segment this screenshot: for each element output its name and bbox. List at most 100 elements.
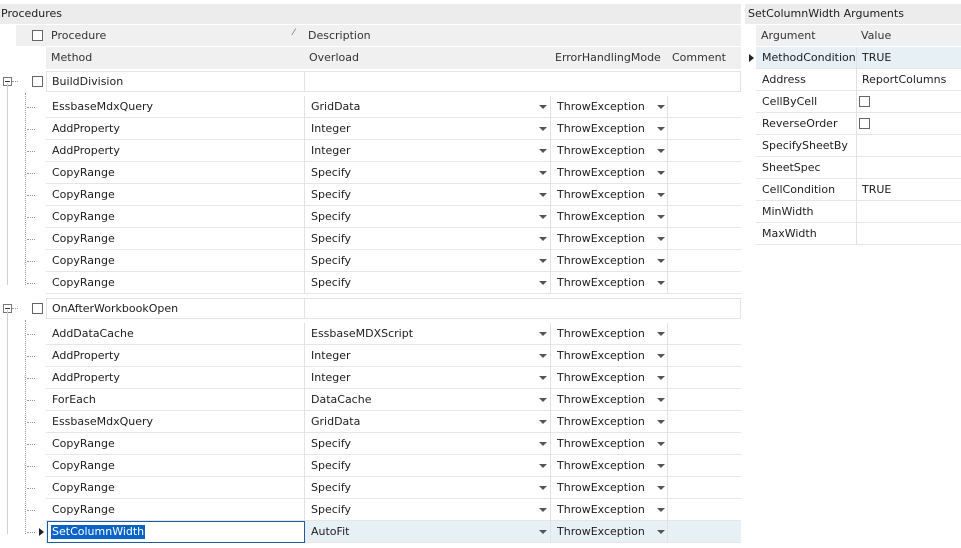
- error-mode-value[interactable]: ThrowException: [552, 499, 652, 520]
- overload-dropdown-icon[interactable]: [539, 354, 547, 358]
- error-mode-value[interactable]: ThrowException: [552, 272, 652, 293]
- error-mode-value[interactable]: ThrowException: [552, 323, 652, 344]
- argument-row[interactable]: ReverseOrder: [745, 113, 961, 135]
- error-mode-dropdown-icon[interactable]: [657, 420, 665, 424]
- comment-cell[interactable]: [668, 206, 741, 228]
- overload-dropdown-icon[interactable]: [539, 149, 547, 153]
- error-mode-value[interactable]: ThrowException: [552, 228, 652, 249]
- overload-value[interactable]: Specify: [306, 499, 531, 520]
- error-mode-dropdown-icon[interactable]: [657, 193, 665, 197]
- overload-value[interactable]: GridData: [306, 411, 531, 432]
- comment-cell[interactable]: [668, 521, 741, 543]
- procedure-description-cell[interactable]: [304, 71, 741, 92]
- error-mode-dropdown-icon[interactable]: [657, 486, 665, 490]
- error-mode-value[interactable]: ThrowException: [552, 162, 652, 183]
- table-row[interactable]: CopyRange Specify ThrowException: [0, 228, 741, 250]
- overload-value[interactable]: Specify: [306, 455, 531, 476]
- table-row[interactable]: SetColumnWidth AutoFit ThrowException: [0, 521, 741, 543]
- overload-value[interactable]: EssbaseMDXScript: [306, 323, 531, 344]
- overload-dropdown-icon[interactable]: [539, 237, 547, 241]
- select-all-checkbox[interactable]: [32, 30, 43, 41]
- overload-value[interactable]: Integer: [306, 345, 531, 366]
- overload-value[interactable]: Specify: [306, 433, 531, 454]
- procedure-column-header[interactable]: Procedure: [46, 25, 296, 46]
- error-mode-value[interactable]: ThrowException: [552, 411, 652, 432]
- overload-value[interactable]: Integer: [306, 140, 531, 161]
- procedure-checkbox[interactable]: [32, 303, 43, 314]
- overload-value[interactable]: Specify: [306, 206, 531, 227]
- overload-dropdown-icon[interactable]: [539, 193, 547, 197]
- method-name[interactable]: AddDataCache: [47, 323, 302, 344]
- overload-value[interactable]: Specify: [306, 162, 531, 183]
- comment-cell[interactable]: [668, 272, 741, 294]
- overload-dropdown-icon[interactable]: [539, 215, 547, 219]
- comment-cell[interactable]: [668, 499, 741, 521]
- error-mode-value[interactable]: ThrowException: [552, 118, 652, 139]
- error-mode-value[interactable]: ThrowException: [552, 477, 652, 498]
- overload-value[interactable]: GridData: [306, 96, 531, 117]
- comment-cell[interactable]: [668, 433, 741, 455]
- overload-dropdown-icon[interactable]: [539, 420, 547, 424]
- method-name[interactable]: AddProperty: [47, 367, 302, 388]
- method-name[interactable]: CopyRange: [47, 206, 302, 227]
- method-name[interactable]: CopyRange: [47, 433, 302, 454]
- method-name[interactable]: EssbaseMdxQuery: [47, 96, 302, 117]
- error-mode-value[interactable]: ThrowException: [552, 206, 652, 227]
- error-mode-dropdown-icon[interactable]: [657, 398, 665, 402]
- table-row[interactable]: CopyRange Specify ThrowException: [0, 499, 741, 521]
- error-mode-dropdown-icon[interactable]: [657, 171, 665, 175]
- table-row[interactable]: EssbaseMdxQuery GridData ThrowException: [0, 96, 741, 118]
- comment-cell[interactable]: [668, 367, 741, 389]
- argument-row[interactable]: SheetSpec: [745, 157, 961, 179]
- method-name[interactable]: CopyRange: [47, 250, 302, 271]
- comment-cell[interactable]: [668, 323, 741, 345]
- method-name[interactable]: CopyRange: [47, 455, 302, 476]
- method-name[interactable]: AddProperty: [47, 118, 302, 139]
- table-row[interactable]: CopyRange Specify ThrowException: [0, 162, 741, 184]
- comment-cell[interactable]: [668, 140, 741, 162]
- error-mode-dropdown-icon[interactable]: [657, 442, 665, 446]
- argument-value[interactable]: ReportColumns: [857, 69, 961, 90]
- error-mode-dropdown-icon[interactable]: [657, 376, 665, 380]
- method-name[interactable]: CopyRange: [47, 184, 302, 205]
- method-name[interactable]: CopyRange: [47, 228, 302, 249]
- error-mode-value[interactable]: ThrowException: [552, 96, 652, 117]
- overload-dropdown-icon[interactable]: [539, 332, 547, 336]
- comment-cell[interactable]: [668, 96, 741, 118]
- argument-checkbox[interactable]: [859, 118, 870, 129]
- method-name[interactable]: ForEach: [47, 389, 302, 410]
- table-row[interactable]: CopyRange Specify ThrowException: [0, 433, 741, 455]
- error-mode-dropdown-icon[interactable]: [657, 354, 665, 358]
- argument-row[interactable]: CellCondition TRUE: [745, 179, 961, 201]
- error-mode-dropdown-icon[interactable]: [657, 464, 665, 468]
- procedure-name[interactable]: BuildDivision: [47, 71, 302, 92]
- table-row[interactable]: AddProperty Integer ThrowException: [0, 345, 741, 367]
- error-mode-value[interactable]: ThrowException: [552, 140, 652, 161]
- method-name[interactable]: CopyRange: [47, 477, 302, 498]
- overload-dropdown-icon[interactable]: [539, 486, 547, 490]
- overload-value[interactable]: Specify: [306, 272, 531, 293]
- overload-dropdown-icon[interactable]: [539, 281, 547, 285]
- overload-value[interactable]: Integer: [306, 367, 531, 388]
- comment-cell[interactable]: [668, 477, 741, 499]
- comment-cell[interactable]: [668, 389, 741, 411]
- error-mode-column-header[interactable]: ErrorHandlingMode: [550, 47, 664, 68]
- table-row[interactable]: CopyRange Specify ThrowException: [0, 455, 741, 477]
- error-mode-dropdown-icon[interactable]: [657, 530, 665, 534]
- overload-dropdown-icon[interactable]: [539, 105, 547, 109]
- argument-row[interactable]: CellByCell: [745, 91, 961, 113]
- overload-dropdown-icon[interactable]: [539, 464, 547, 468]
- comment-cell[interactable]: [668, 411, 741, 433]
- error-mode-value[interactable]: ThrowException: [552, 367, 652, 388]
- procedure-checkbox[interactable]: [32, 76, 43, 87]
- overload-dropdown-icon[interactable]: [539, 508, 547, 512]
- error-mode-dropdown-icon[interactable]: [657, 508, 665, 512]
- error-mode-dropdown-icon[interactable]: [657, 281, 665, 285]
- argument-row[interactable]: Address ReportColumns: [745, 69, 961, 91]
- procedure-group-row[interactable]: OnAfterWorkbookOpen: [0, 297, 741, 320]
- overload-value[interactable]: Integer: [306, 118, 531, 139]
- error-mode-value[interactable]: ThrowException: [552, 389, 652, 410]
- table-row[interactable]: AddProperty Integer ThrowException: [0, 118, 741, 140]
- error-mode-dropdown-icon[interactable]: [657, 215, 665, 219]
- error-mode-dropdown-icon[interactable]: [657, 237, 665, 241]
